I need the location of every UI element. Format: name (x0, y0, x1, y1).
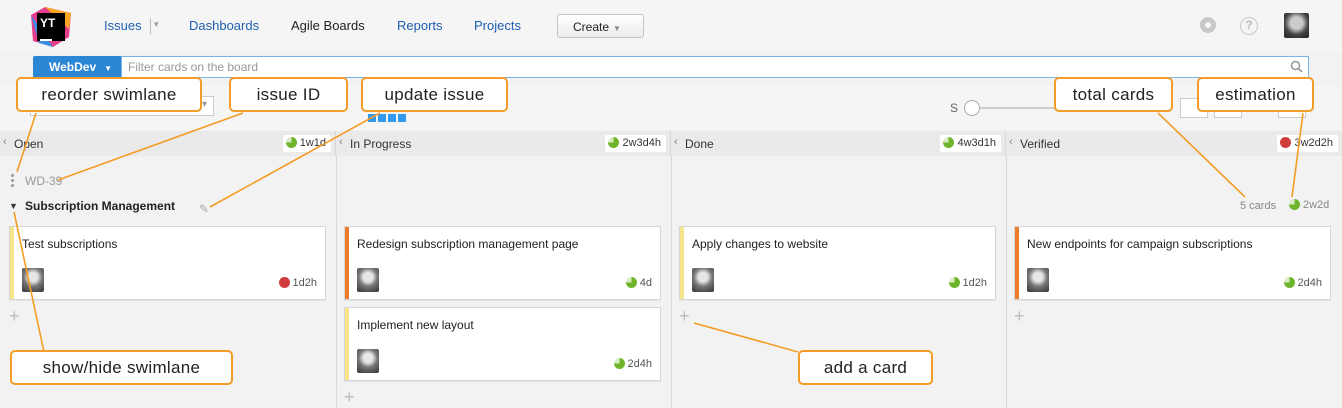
callout-add-card: add a card (798, 350, 933, 385)
callout-issue-id: issue ID (229, 77, 348, 112)
callout-total-cards: total cards (1054, 77, 1173, 112)
callout-connector-lines (13, 112, 1304, 353)
callout-reorder-swimlane: reorder swimlane (16, 77, 202, 112)
callout-show-hide-swimlane: show/hide swimlane (10, 350, 233, 385)
callout-estimation: estimation (1197, 77, 1314, 112)
callout-update-issue: update issue (361, 77, 508, 112)
